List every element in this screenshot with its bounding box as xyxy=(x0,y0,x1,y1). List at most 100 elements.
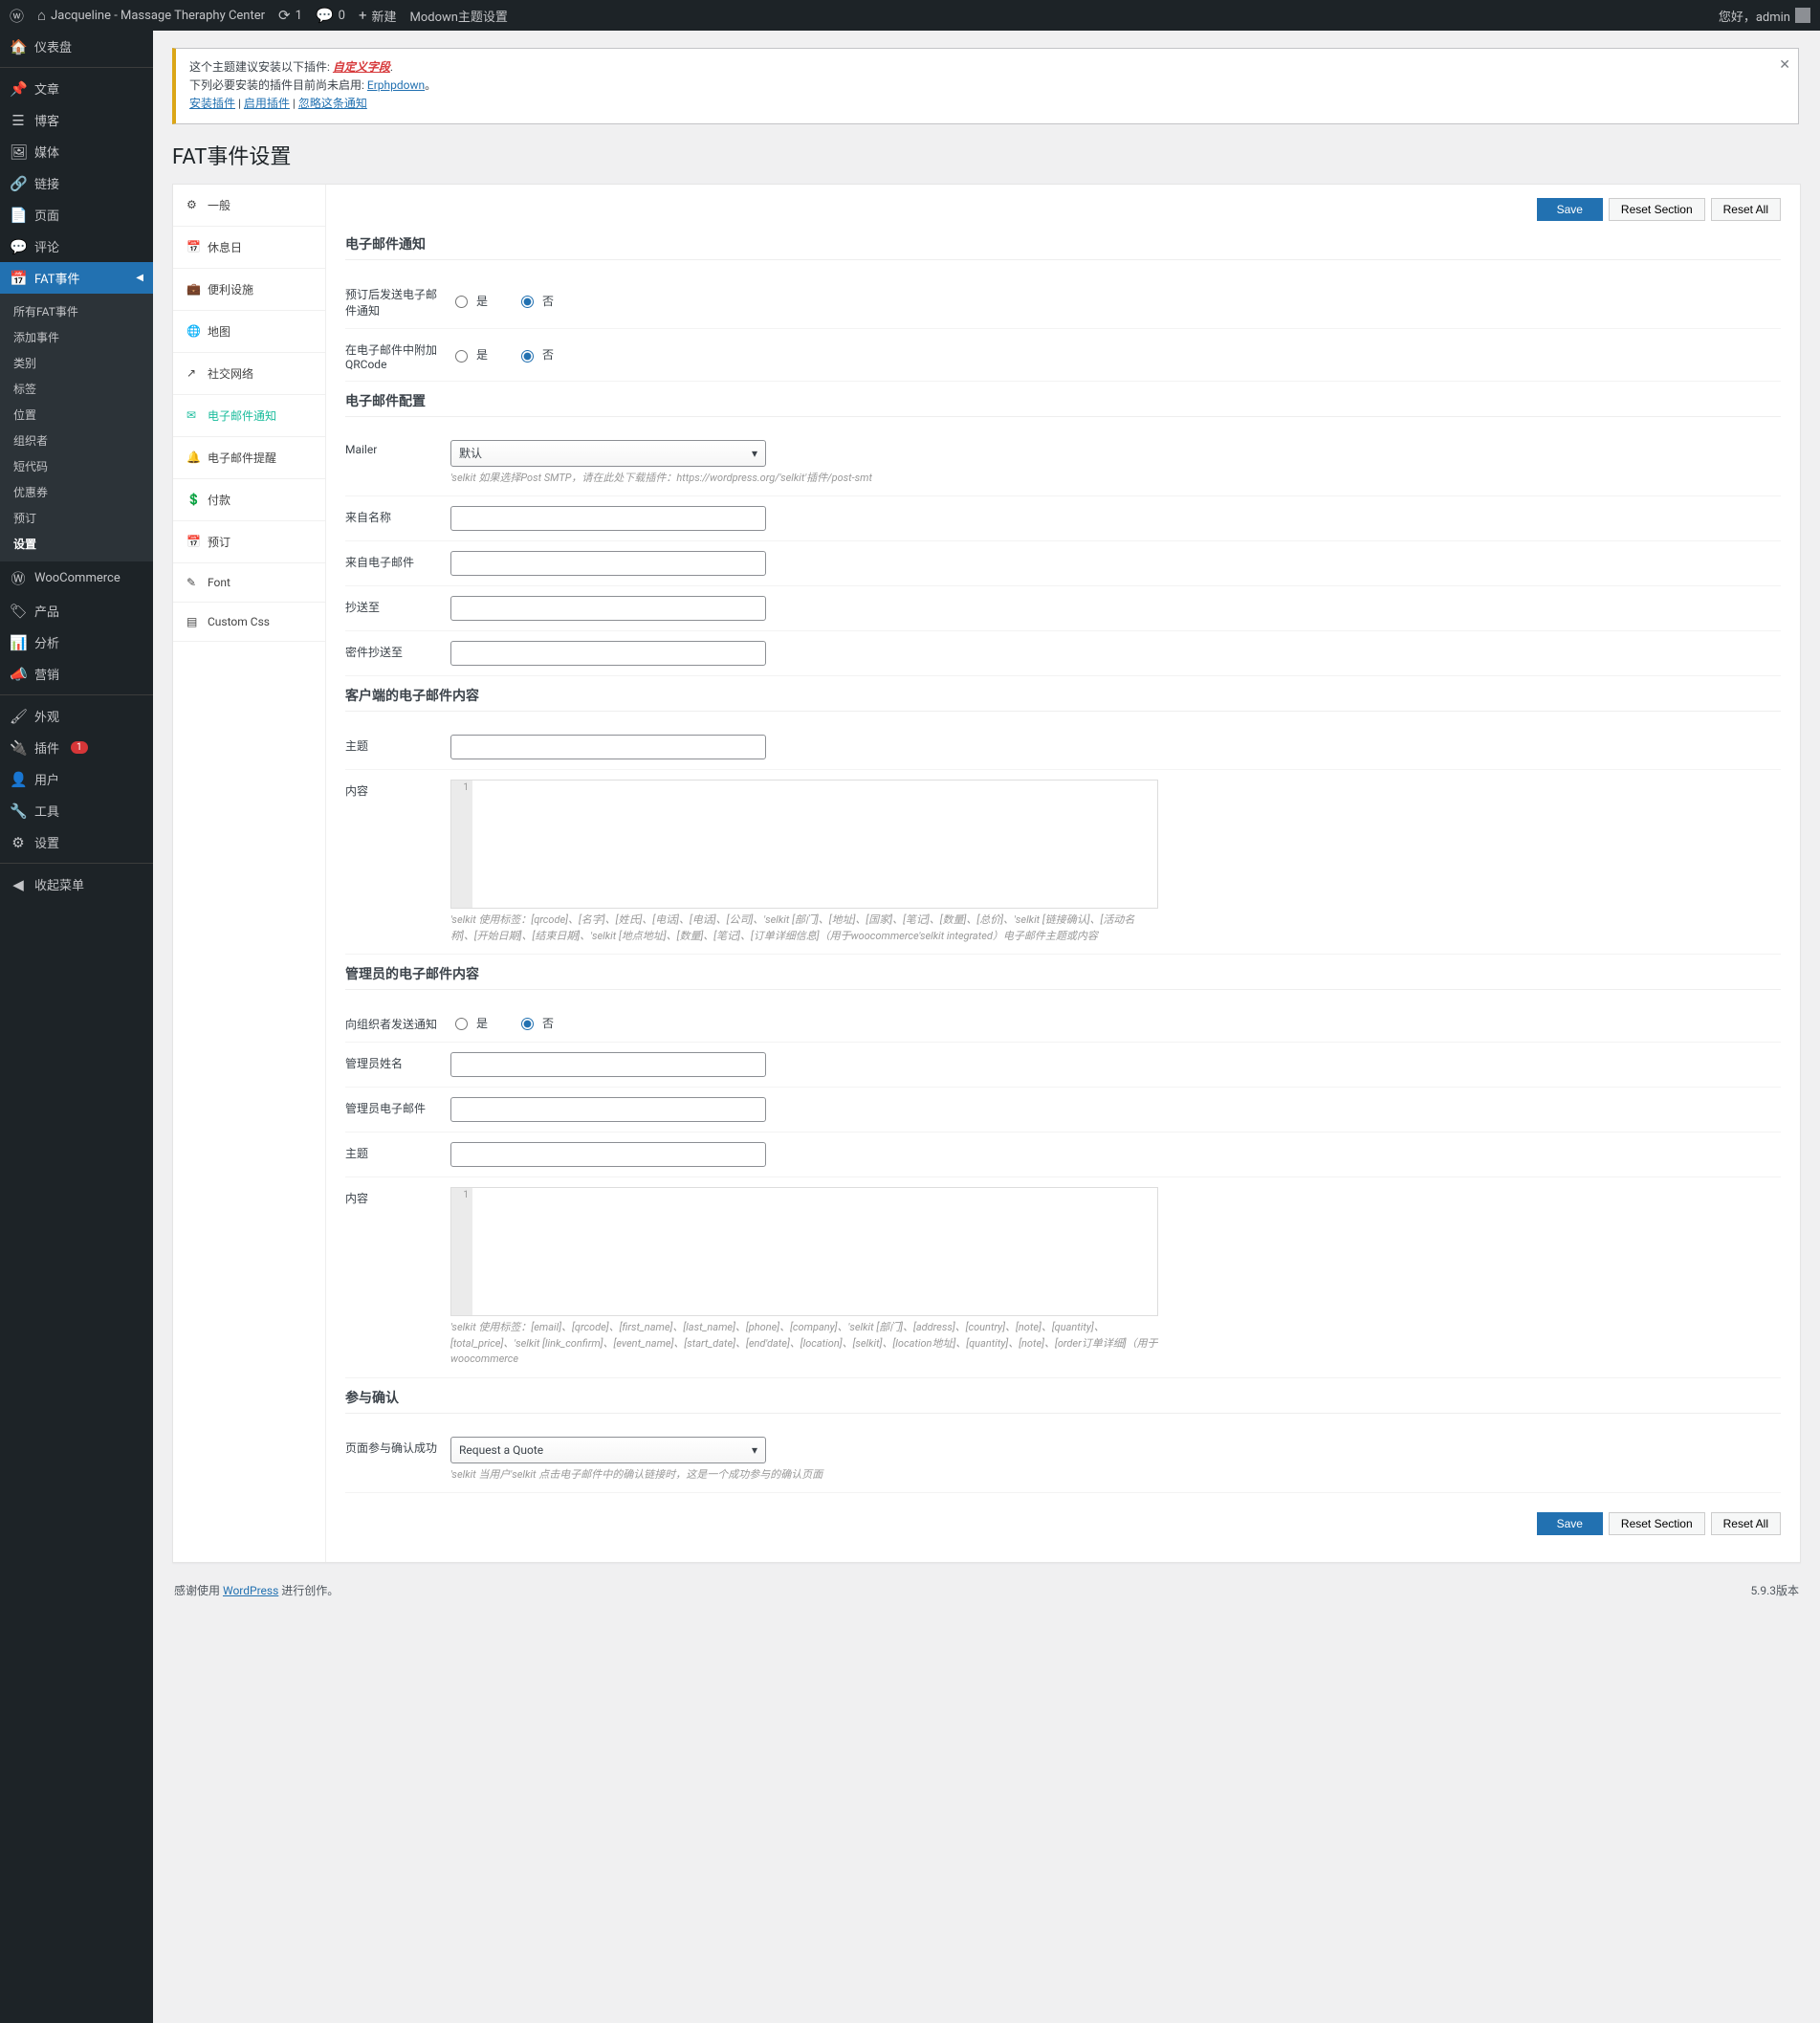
tab-amenity[interactable]: 💼便利设施 xyxy=(173,269,325,311)
sub-coupon[interactable]: 优惠券 xyxy=(0,479,153,505)
menu-comments[interactable]: 💬评论 xyxy=(0,231,153,262)
admin-email-input[interactable] xyxy=(450,1097,766,1122)
menu-fat-event[interactable]: 📅FAT事件◀ xyxy=(0,262,153,294)
reset-all-button-bottom[interactable]: Reset All xyxy=(1711,1512,1781,1535)
howdy-link[interactable]: 您好，admin xyxy=(1719,7,1810,25)
radio-qr-yes[interactable]: 是 xyxy=(450,346,488,363)
sub-tag[interactable]: 标签 xyxy=(0,376,153,402)
sub-cat[interactable]: 类别 xyxy=(0,350,153,376)
close-icon[interactable]: ✕ xyxy=(1779,55,1790,76)
menu-pages[interactable]: 📄页面 xyxy=(0,199,153,231)
label-cc: 抄送至 xyxy=(345,596,450,621)
menu-marketing[interactable]: 📣营销 xyxy=(0,658,153,690)
radio-send-yes[interactable]: 是 xyxy=(450,293,488,309)
chevron-down-icon: ▾ xyxy=(752,1443,757,1457)
menu-links[interactable]: 🔗链接 xyxy=(0,167,153,199)
sub-short[interactable]: 短代码 xyxy=(0,453,153,479)
mailer-select[interactable]: 默认▾ xyxy=(450,440,766,467)
sub-add[interactable]: 添加事件 xyxy=(0,324,153,350)
action-bar-top: Save Reset Section Reset All xyxy=(345,198,1781,221)
menu-blog[interactable]: ☰博客 xyxy=(0,104,153,136)
tab-general[interactable]: ⚙一般 xyxy=(173,185,325,227)
admin-content-editor[interactable]: 1 xyxy=(450,1187,1158,1316)
site-link[interactable]: ⌂Jacqueline - Massage Theraphy Center xyxy=(37,7,265,24)
wordpress-link[interactable]: WordPress xyxy=(223,1584,278,1597)
dismiss-notice-link[interactable]: 忽略这条通知 xyxy=(298,97,367,110)
radio-send-no[interactable]: 否 xyxy=(516,293,554,309)
tab-dayoff[interactable]: 📅休息日 xyxy=(173,227,325,269)
radio-qr-no[interactable]: 否 xyxy=(516,346,554,363)
activate-plugins-link[interactable]: 启用插件 xyxy=(244,97,290,110)
tab-custom-css[interactable]: ▤Custom Css xyxy=(173,603,325,642)
new-link[interactable]: +新建 xyxy=(359,7,397,25)
cc-input[interactable] xyxy=(450,596,766,621)
save-button[interactable]: Save xyxy=(1537,198,1603,221)
menu-analytics[interactable]: 📊分析 xyxy=(0,627,153,658)
confirm-page-select[interactable]: Request a Quote▾ xyxy=(450,1437,766,1463)
label-send-organizer: 向组织者发送通知 xyxy=(345,1013,450,1032)
sub-loc[interactable]: 位置 xyxy=(0,402,153,428)
wp-logo[interactable]: ⓦ xyxy=(10,6,24,26)
from-name-input[interactable] xyxy=(450,506,766,531)
collapse-menu[interactable]: ◀收起菜单 xyxy=(0,869,153,900)
notice-plugin-link-1[interactable]: 自定义字段 xyxy=(333,60,390,74)
sub-book[interactable]: 预订 xyxy=(0,505,153,531)
notice-plugin-link-2[interactable]: Erphpdown xyxy=(367,78,425,92)
chevron-right-icon: ◀ xyxy=(136,273,143,283)
calendar-check-icon: 📅 xyxy=(186,535,200,548)
reset-all-button[interactable]: Reset All xyxy=(1711,198,1781,221)
chevron-down-icon: ▾ xyxy=(752,447,757,460)
label-send-after-booking: 预订后发送电子邮件通知 xyxy=(345,283,450,319)
from-email-input[interactable] xyxy=(450,551,766,576)
tab-map[interactable]: 🌐地图 xyxy=(173,311,325,353)
label-admin-subject: 主题 xyxy=(345,1142,450,1167)
admin-name-input[interactable] xyxy=(450,1052,766,1077)
label-attach-qrcode: 在电子邮件中附加QRCode xyxy=(345,339,450,371)
admin-subject-input[interactable] xyxy=(450,1142,766,1167)
menu-appearance[interactable]: 🖌外观 xyxy=(0,700,153,732)
tab-email-notify[interactable]: ✉电子邮件通知 xyxy=(173,395,325,437)
money-icon: 💲 xyxy=(186,493,200,506)
menu-media[interactable]: 🖼媒体 xyxy=(0,136,153,167)
sub-all[interactable]: 所有FAT事件 xyxy=(0,298,153,324)
action-bar-bottom: Save Reset Section Reset All xyxy=(345,1512,1781,1535)
label-confirm-page: 页面参与确认成功 xyxy=(345,1437,450,1484)
menu-posts[interactable]: 📌文章 xyxy=(0,73,153,104)
tab-social[interactable]: ↗社交网络 xyxy=(173,353,325,395)
label-bcc: 密件抄送至 xyxy=(345,641,450,666)
menu-plugins[interactable]: 🔌插件1 xyxy=(0,732,153,763)
menu-tools[interactable]: 🔧工具 xyxy=(0,795,153,826)
tab-email-remind[interactable]: 🔔电子邮件提醒 xyxy=(173,437,325,479)
sub-settings[interactable]: 设置 xyxy=(0,531,153,557)
tab-booking[interactable]: 📅预订 xyxy=(173,521,325,563)
reset-section-button[interactable]: Reset Section xyxy=(1609,198,1705,221)
plugins-badge: 1 xyxy=(71,741,88,754)
sub-org[interactable]: 组织者 xyxy=(0,428,153,453)
label-admin-email: 管理员电子邮件 xyxy=(345,1097,450,1122)
bcc-input[interactable] xyxy=(450,641,766,666)
radio-org-no[interactable]: 否 xyxy=(516,1015,554,1031)
share-icon: ↗ xyxy=(186,366,200,380)
reset-section-button-bottom[interactable]: Reset Section xyxy=(1609,1512,1705,1535)
updates-link[interactable]: ⟳1 xyxy=(278,7,302,24)
label-client-subject: 主题 xyxy=(345,735,450,759)
comments-link[interactable]: 💬0 xyxy=(316,7,345,24)
menu-products[interactable]: 🏷产品 xyxy=(0,595,153,627)
code-icon: ▤ xyxy=(186,615,200,628)
client-subject-input[interactable] xyxy=(450,735,766,759)
bell-icon: 🔔 xyxy=(186,451,200,464)
menu-settings[interactable]: ⚙设置 xyxy=(0,826,153,858)
menu-users[interactable]: 👤用户 xyxy=(0,763,153,795)
install-plugins-link[interactable]: 安装插件 xyxy=(189,97,235,110)
save-button-bottom[interactable]: Save xyxy=(1537,1512,1603,1535)
gear-icon: ⚙ xyxy=(186,198,200,211)
tab-font[interactable]: ✎Font xyxy=(173,563,325,603)
theme-link[interactable]: Modown主题设置 xyxy=(409,7,507,25)
globe-icon: 🌐 xyxy=(186,324,200,338)
client-content-editor[interactable]: 1 xyxy=(450,780,1158,909)
section-confirm: 参与确认 xyxy=(345,1388,1781,1414)
menu-woo[interactable]: ⓌWooCommerce xyxy=(0,561,153,595)
tab-payment[interactable]: 💲付款 xyxy=(173,479,325,521)
radio-org-yes[interactable]: 是 xyxy=(450,1015,488,1031)
menu-dashboard[interactable]: 🏠仪表盘 xyxy=(0,31,153,62)
